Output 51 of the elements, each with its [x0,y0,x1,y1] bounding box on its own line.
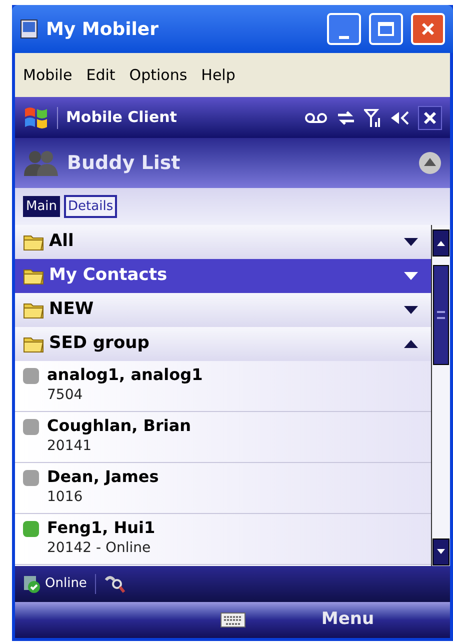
contact-row[interactable]: Dean, James 1016 [15,463,431,514]
contact-detail: 20141 [47,437,93,456]
contact-name: analog1, analog1 [47,365,203,385]
sync-arrows-icon [336,108,356,126]
close-icon [420,21,436,37]
contact-detail: 1016 [47,488,84,507]
group-row[interactable]: SED group [15,327,431,361]
contact-name: Coughlan, Brian [47,416,192,436]
collapse-arrow-icon [403,339,419,349]
header-title: Buddy List [67,150,182,176]
contact-row[interactable]: Feng1, Hui1 20142 - Online [15,514,431,565]
close-button[interactable] [418,106,442,130]
expand-arrow-icon [403,305,419,315]
contact-detail: 7504 [47,386,84,405]
group-row[interactable]: My Contacts [15,259,431,293]
tab[interactable]: Details [64,194,118,218]
contact-name: Feng1, Hui1 [47,518,156,538]
contact-row[interactable]: Coughlan, Brian 20141 [15,412,431,463]
group-row[interactable]: NEW [15,293,431,327]
scroll-thumb[interactable] [433,265,449,365]
maximize-button[interactable] [369,13,403,45]
contact-detail: 20142 - Online [47,539,152,558]
phone-search-icon[interactable] [104,574,126,594]
scroll-down-icon[interactable] [432,538,450,566]
group-row[interactable]: All [15,225,431,259]
windows-logo-icon [23,106,49,130]
expand-arrow-icon [403,271,419,281]
status-label[interactable]: Online [45,574,87,594]
menu-item[interactable]: Mobile [23,64,72,86]
menu-item[interactable]: Help [201,64,236,86]
menu-item[interactable]: Edit [86,64,116,86]
device-title: Mobile Client [66,107,178,128]
contact-row[interactable]: analog1, analog1 7504 [15,361,431,412]
people-icon [23,150,59,176]
menu-softkey[interactable]: Menu [321,607,374,633]
scrollbar[interactable] [431,225,450,566]
close-icon [423,110,437,124]
keyboard-icon[interactable] [220,612,246,628]
tab[interactable]: Main [23,196,60,218]
menu-item[interactable]: Options [129,64,188,86]
signal-icon [364,108,382,128]
scroll-up-icon[interactable] [432,229,450,257]
voicemail-icon [304,112,328,124]
contact-name: Dean, James [47,467,159,487]
expand-arrow-icon [403,237,419,247]
collapse-icon[interactable] [418,151,442,175]
window-icon [20,19,38,39]
online-status-icon[interactable] [23,575,41,593]
window-title: My Mobiler [46,18,160,42]
speaker-icon [390,110,410,126]
minimize-button[interactable] [327,13,361,45]
